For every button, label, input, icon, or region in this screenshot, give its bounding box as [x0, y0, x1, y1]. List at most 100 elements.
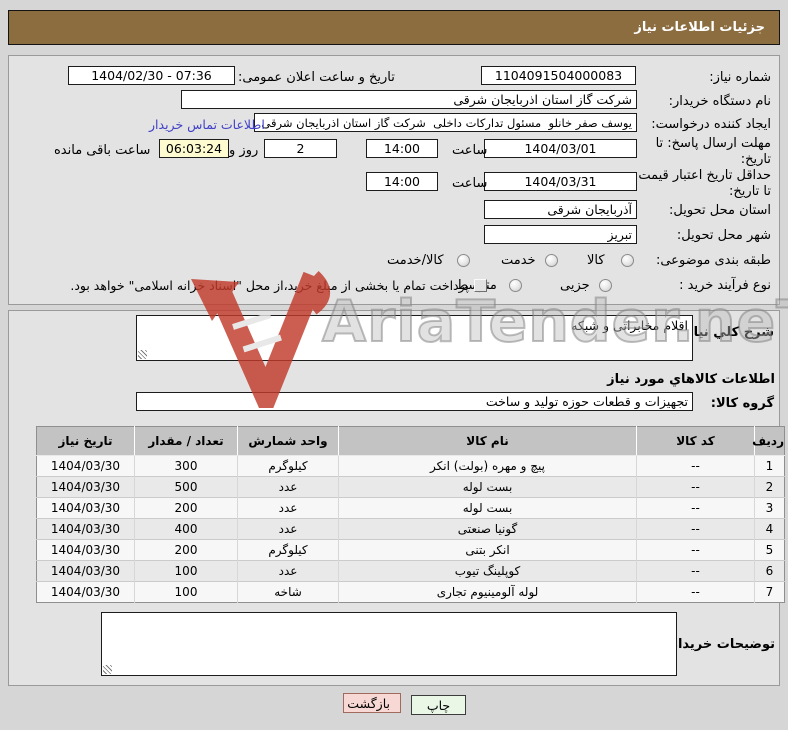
- cell-row: 2: [755, 477, 785, 498]
- table-row: 3 -- بست لوله عدد 200 1404/03/30: [37, 498, 785, 519]
- buyer-name-label: نام دستگاه خریدار:: [669, 94, 771, 109]
- announce-datetime-label: تاریخ و ساعت اعلان عمومی:: [238, 70, 395, 85]
- cell-date: 1404/03/30: [37, 456, 135, 477]
- cell-date: 1404/03/30: [37, 561, 135, 582]
- cell-qty: 300: [135, 456, 238, 477]
- classification-service-option-label: خدمت: [501, 253, 536, 268]
- price-validity-label: حداقل تاریخ اعتبار قیمت: تا تاریخ:: [631, 168, 771, 201]
- cell-code: --: [637, 519, 755, 540]
- goods-table-body: 1 -- پیچ و مهره (بولت) انکر کیلوگرم 300 …: [37, 456, 785, 603]
- col-unit: واحد شمارش: [238, 427, 339, 456]
- cell-row: 7: [755, 582, 785, 603]
- table-row: 2 -- بست لوله عدد 500 1404/03/30: [37, 477, 785, 498]
- process-medium-radio[interactable]: [509, 279, 522, 292]
- cell-qty: 500: [135, 477, 238, 498]
- need-number-input[interactable]: [481, 66, 636, 85]
- announce-datetime-input[interactable]: [68, 66, 235, 85]
- cell-name: بست لوله: [339, 498, 637, 519]
- cell-code: --: [637, 498, 755, 519]
- need-number-label: شماره نیاز:: [709, 70, 771, 85]
- cell-name: پیچ و مهره (بولت) انکر: [339, 456, 637, 477]
- table-row: 1 -- پیچ و مهره (بولت) انکر کیلوگرم 300 …: [37, 456, 785, 477]
- cell-unit: عدد: [238, 519, 339, 540]
- process-type-label: نوع فرآیند خرید :: [679, 278, 771, 293]
- goods-group-input[interactable]: [136, 392, 693, 411]
- classification-goods-option-label: کالا: [587, 253, 605, 268]
- table-row: 7 -- لوله آلومینیوم تجاری شاخه 100 1404/…: [37, 582, 785, 603]
- cell-unit: شاخه: [238, 582, 339, 603]
- cell-name: لوله آلومینیوم تجاری: [339, 582, 637, 603]
- cell-date: 1404/03/30: [37, 498, 135, 519]
- cell-date: 1404/03/30: [37, 582, 135, 603]
- cell-row: 1: [755, 456, 785, 477]
- cell-date: 1404/03/30: [37, 540, 135, 561]
- cell-name: گونیا صنعتی: [339, 519, 637, 540]
- cell-code: --: [637, 456, 755, 477]
- goods-group-label: گروه کالا:: [711, 396, 774, 411]
- days-and-label: روز و: [229, 143, 258, 158]
- back-button[interactable]: بازگشت: [343, 693, 401, 713]
- cell-name: انکر بتنی: [339, 540, 637, 561]
- table-row: 4 -- گونیا صنعتی عدد 400 1404/03/30: [37, 519, 785, 540]
- general-description-label: شرح کلي نیاز:: [681, 325, 774, 340]
- buyer-notes-textarea[interactable]: [101, 612, 677, 676]
- buyer-name-input[interactable]: [181, 90, 637, 109]
- col-date: تاریخ نیاز: [37, 427, 135, 456]
- delivery-province-input[interactable]: [484, 200, 637, 219]
- deadline-date-input[interactable]: [484, 139, 637, 158]
- cell-row: 5: [755, 540, 785, 561]
- delivery-province-label: استان محل تحویل:: [669, 203, 771, 218]
- col-code: کد کالا: [637, 427, 755, 456]
- table-row: 5 -- انکر بتنی کیلوگرم 200 1404/03/30: [37, 540, 785, 561]
- cell-row: 3: [755, 498, 785, 519]
- treasury-payment-checkbox[interactable]: [474, 279, 487, 292]
- cell-code: --: [637, 561, 755, 582]
- buyer-notes-label: توضیحات خریدار:: [665, 637, 775, 652]
- cell-unit: کیلوگرم: [238, 540, 339, 561]
- goods-info-panel: شرح کلي نیاز: اقلام مخابراتی و شبکه اطلا…: [8, 310, 780, 686]
- classification-service-radio[interactable]: [545, 254, 558, 267]
- cell-unit: عدد: [238, 477, 339, 498]
- cell-qty: 100: [135, 582, 238, 603]
- cell-qty: 200: [135, 498, 238, 519]
- validity-hour-label: ساعت: [452, 176, 487, 191]
- page: { "page": { "title": "جزئیات اطلاعات نیا…: [0, 0, 788, 730]
- goods-table-header: ردیف کد کالا نام کالا واحد شمارش تعداد /…: [37, 427, 785, 456]
- deadline-time-input[interactable]: [366, 139, 438, 158]
- delivery-city-input[interactable]: [484, 225, 637, 244]
- days-remaining-input[interactable]: [264, 139, 337, 158]
- cell-date: 1404/03/30: [37, 519, 135, 540]
- cell-code: --: [637, 477, 755, 498]
- response-deadline-label: مهلت ارسال پاسخ: تا تاریخ:: [639, 136, 771, 169]
- classification-label: طبقه بندی موضوعی:: [656, 253, 771, 268]
- cell-qty: 200: [135, 540, 238, 561]
- cell-unit: کیلوگرم: [238, 456, 339, 477]
- countdown-input[interactable]: [159, 139, 229, 158]
- col-name: نام کالا: [339, 427, 637, 456]
- buyer-contact-link[interactable]: اطلاعات تماس خریدار: [149, 117, 265, 132]
- classification-goods-service-option-label: کالا/خدمت: [387, 253, 444, 268]
- cell-code: --: [637, 582, 755, 603]
- classification-goods-service-radio[interactable]: [457, 254, 470, 267]
- cell-code: --: [637, 540, 755, 561]
- validity-time-input[interactable]: [366, 172, 438, 191]
- request-creator-input[interactable]: [254, 113, 637, 132]
- need-info-panel: شماره نیاز: تاریخ و ساعت اعلان عمومی: نا…: [8, 55, 780, 305]
- required-goods-heading: اطلاعات کالاهاي مورد نیاز: [607, 372, 775, 387]
- cell-date: 1404/03/30: [37, 477, 135, 498]
- cell-qty: 400: [135, 519, 238, 540]
- general-description-textarea[interactable]: اقلام مخابراتی و شبکه: [136, 315, 693, 361]
- cell-name: بست لوله: [339, 477, 637, 498]
- cell-name: کوپلینگ تیوب: [339, 561, 637, 582]
- classification-goods-radio[interactable]: [621, 254, 634, 267]
- delivery-city-label: شهر محل تحویل:: [677, 228, 771, 243]
- process-minor-radio[interactable]: [599, 279, 612, 292]
- request-creator-label: ایجاد کننده درخواست:: [651, 117, 771, 132]
- col-qty: تعداد / مقدار: [135, 427, 238, 456]
- print-button[interactable]: چاپ: [411, 695, 466, 715]
- validity-date-input[interactable]: [484, 172, 637, 191]
- cell-unit: عدد: [238, 561, 339, 582]
- cell-row: 4: [755, 519, 785, 540]
- hours-remaining-label: ساعت باقی مانده: [54, 143, 150, 158]
- table-row: 6 -- کوپلینگ تیوب عدد 100 1404/03/30: [37, 561, 785, 582]
